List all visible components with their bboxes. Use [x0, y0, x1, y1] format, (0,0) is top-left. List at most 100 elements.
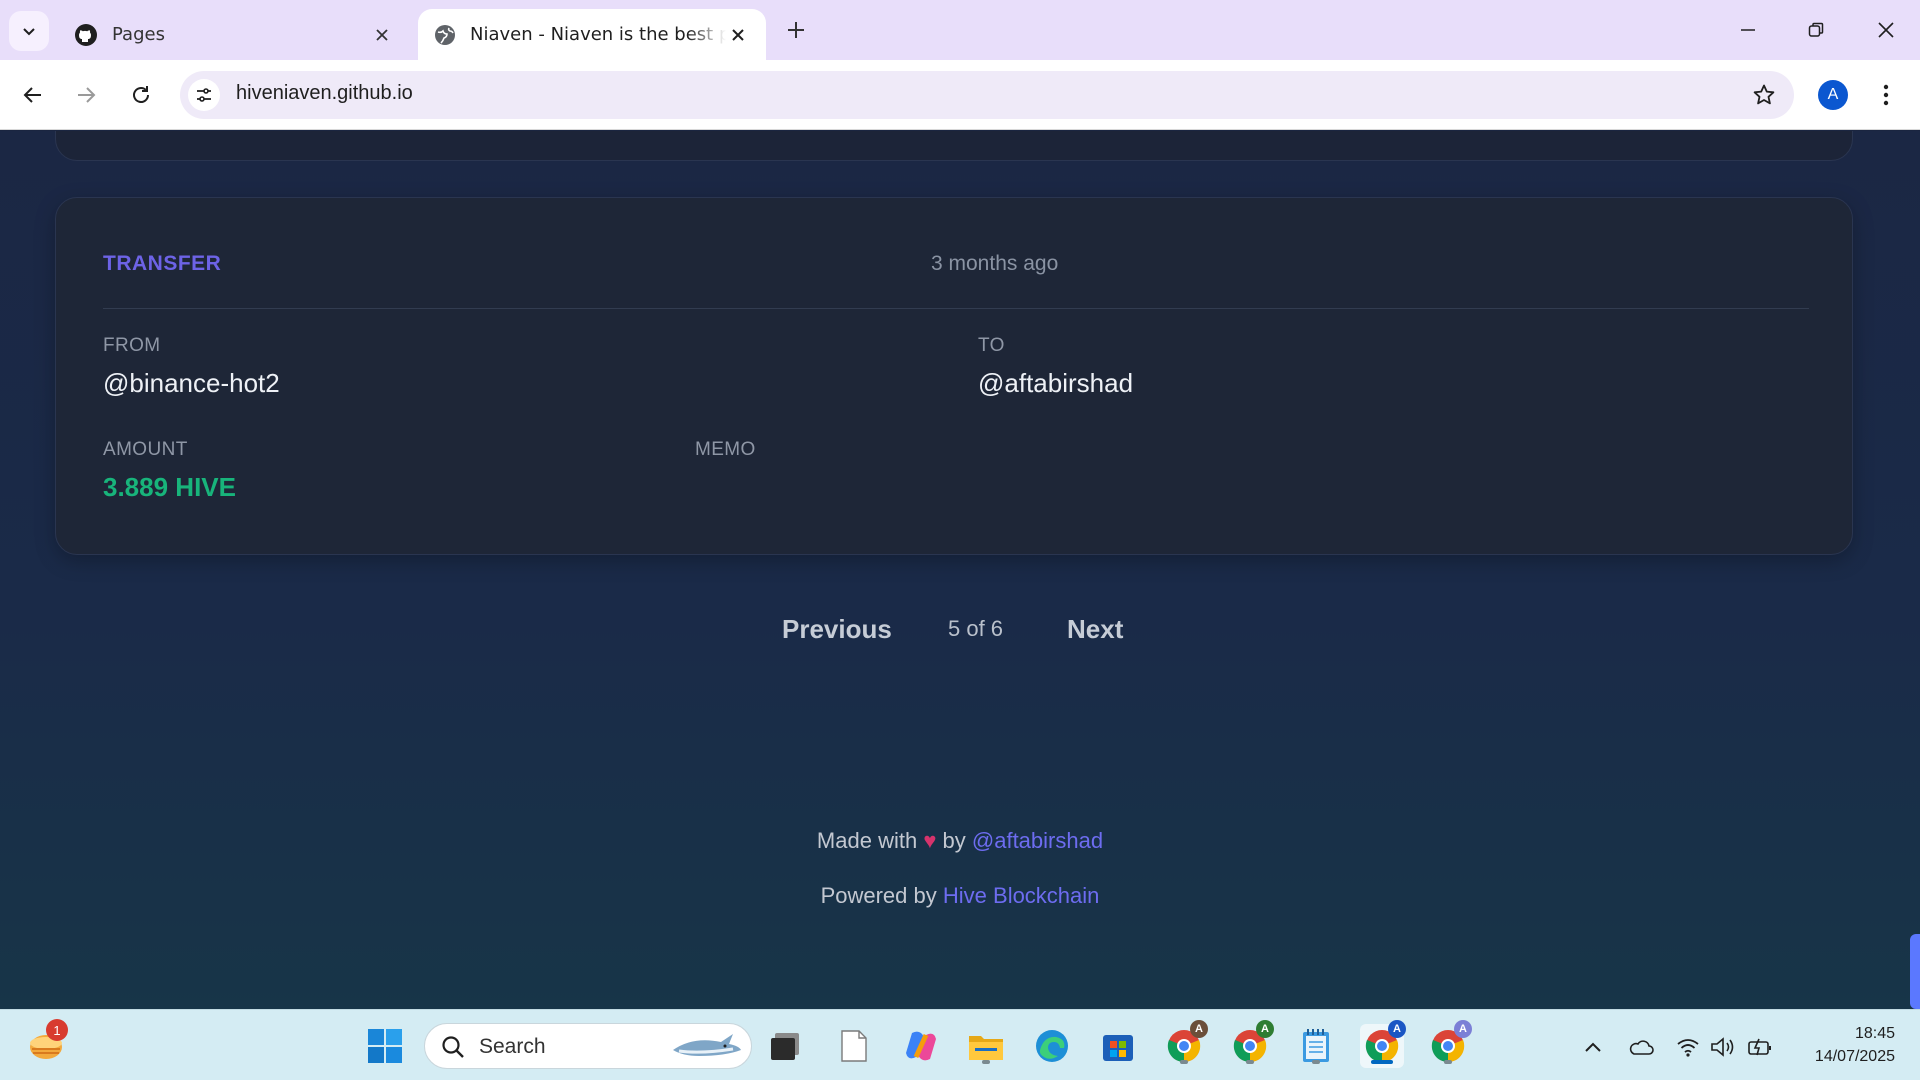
volume-icon[interactable]	[1708, 1032, 1738, 1062]
operation-card-previous	[55, 131, 1853, 161]
taskbar: 1 Search A A A A 18:45 14/07/2025	[0, 1009, 1920, 1080]
globe-icon	[435, 24, 455, 45]
notification-badge: 1	[46, 1019, 68, 1041]
profile-badge: A	[1190, 1020, 1208, 1038]
from-label: FROM	[103, 335, 161, 356]
url-text: hiveniaven.github.io	[236, 82, 413, 104]
by-text: by	[942, 828, 966, 853]
made-with-text: Made with	[816, 828, 918, 853]
next-button[interactable]: Next	[1067, 614, 1123, 645]
amount-label: AMOUNT	[103, 439, 188, 460]
hive-blockchain-link[interactable]: Hive Blockchain	[943, 883, 1100, 908]
notepad-button[interactable]	[1294, 1024, 1338, 1068]
footer-powered-by: Powered by Hive Blockchain	[0, 883, 1920, 909]
chevron-down-icon	[23, 28, 35, 36]
edge-button[interactable]	[1030, 1024, 1074, 1068]
chrome-profile-3-button[interactable]: A	[1360, 1020, 1406, 1068]
edge-icon	[1036, 1030, 1068, 1062]
search-label: Search	[479, 1035, 546, 1058]
task-view-button[interactable]	[763, 1024, 807, 1068]
running-indicator	[1246, 1060, 1254, 1064]
restore-icon	[1808, 22, 1824, 37]
to-label: TO	[978, 335, 1005, 356]
reload-button[interactable]	[121, 75, 161, 115]
tab-title: Pages	[112, 24, 165, 45]
new-tab-button[interactable]	[780, 14, 812, 46]
bookmark-star-icon[interactable]	[1752, 83, 1776, 107]
tab-pages[interactable]: Pages	[58, 9, 410, 60]
restore-button[interactable]	[1782, 0, 1850, 60]
file-explorer-button[interactable]	[964, 1024, 1008, 1068]
clock-date: 14/07/2025	[1814, 1048, 1895, 1065]
from-account[interactable]: @binance-hot2	[103, 368, 280, 399]
page-indicator: 5 of 6	[948, 616, 1004, 641]
operation-card: TRANSFER 3 months ago FROM @binance-hot2…	[55, 197, 1853, 555]
document-icon	[841, 1030, 867, 1062]
running-indicator	[1444, 1060, 1452, 1064]
card-divider	[103, 308, 1809, 309]
running-indicator	[1180, 1060, 1188, 1064]
profile-badge: A	[1388, 1020, 1406, 1038]
chevron-up-icon	[1585, 1042, 1601, 1052]
site-info-button[interactable]	[188, 79, 220, 111]
profile-avatar[interactable]: A	[1818, 80, 1848, 110]
memo-label: MEMO	[695, 439, 756, 460]
navigation-bar: hiveniaven.github.io A	[0, 60, 1920, 130]
copilot-icon	[906, 1031, 936, 1061]
close-icon	[1878, 22, 1894, 38]
close-window-button[interactable]	[1852, 0, 1920, 60]
running-indicator	[1312, 1060, 1320, 1064]
operation-time: 3 months ago	[931, 252, 1059, 275]
minimize-icon	[1741, 29, 1755, 31]
windows-start-icon	[368, 1029, 402, 1063]
file-app-button[interactable]	[832, 1024, 876, 1068]
search-icon	[442, 1036, 464, 1058]
scrollbar-thumb[interactable]	[1910, 934, 1920, 1009]
store-button[interactable]	[1096, 1024, 1140, 1068]
folder-icon	[969, 1036, 1003, 1060]
battery-icon[interactable]	[1745, 1032, 1775, 1062]
tune-icon	[197, 88, 211, 102]
chrome-profile-4-button[interactable]: A	[1426, 1020, 1472, 1068]
minimize-button[interactable]	[1714, 0, 1782, 60]
taskbar-search[interactable]: Search	[424, 1023, 752, 1069]
back-button[interactable]	[13, 75, 53, 115]
running-indicator	[982, 1060, 990, 1064]
forward-button[interactable]	[66, 75, 106, 115]
powered-by-text: Powered by	[820, 883, 937, 908]
tab-title: Niaven - Niaven is the best platform	[470, 24, 726, 45]
onedrive-icon[interactable]	[1626, 1032, 1656, 1062]
system-clock[interactable]: 18:45 14/07/2025	[1795, 1022, 1895, 1068]
store-icon	[1103, 1035, 1133, 1061]
notepad-icon	[1303, 1029, 1329, 1062]
profile-badge: A	[1454, 1020, 1472, 1038]
tab-search-button[interactable]	[9, 11, 49, 51]
arrow-left-icon	[23, 87, 41, 103]
chrome-profile-1-button[interactable]: A	[1162, 1020, 1208, 1068]
chrome-profile-2-button[interactable]: A	[1228, 1020, 1274, 1068]
heart-icon: ♥	[923, 828, 937, 853]
previous-button[interactable]: Previous	[782, 614, 892, 645]
wifi-icon[interactable]	[1673, 1032, 1703, 1062]
author-link[interactable]: @aftabirshad	[972, 828, 1103, 853]
start-button[interactable]	[363, 1024, 407, 1068]
close-icon[interactable]	[726, 23, 750, 47]
page-content: TRANSFER 3 months ago FROM @binance-hot2…	[0, 131, 1920, 1009]
tab-niaven[interactable]: Niaven - Niaven is the best platform	[418, 9, 766, 60]
github-icon	[75, 23, 97, 46]
operation-type: TRANSFER	[103, 252, 222, 275]
profile-badge: A	[1256, 1020, 1274, 1038]
close-icon[interactable]	[370, 23, 394, 47]
active-indicator	[1371, 1060, 1393, 1064]
clock-time: 18:45	[1854, 1025, 1895, 1042]
reload-icon	[133, 86, 149, 103]
amount-value: 3.889 HIVE	[103, 472, 236, 502]
footer-made-with: Made with ♥ by @aftabirshad	[0, 828, 1920, 854]
address-bar[interactable]: hiveniaven.github.io	[180, 71, 1794, 119]
copilot-button[interactable]	[899, 1024, 943, 1068]
menu-kebab-icon[interactable]	[1874, 80, 1898, 110]
task-view-icon	[771, 1033, 799, 1060]
to-account[interactable]: @aftabirshad	[978, 368, 1133, 399]
show-hidden-icons-button[interactable]	[1578, 1032, 1608, 1062]
plus-icon	[788, 22, 804, 38]
